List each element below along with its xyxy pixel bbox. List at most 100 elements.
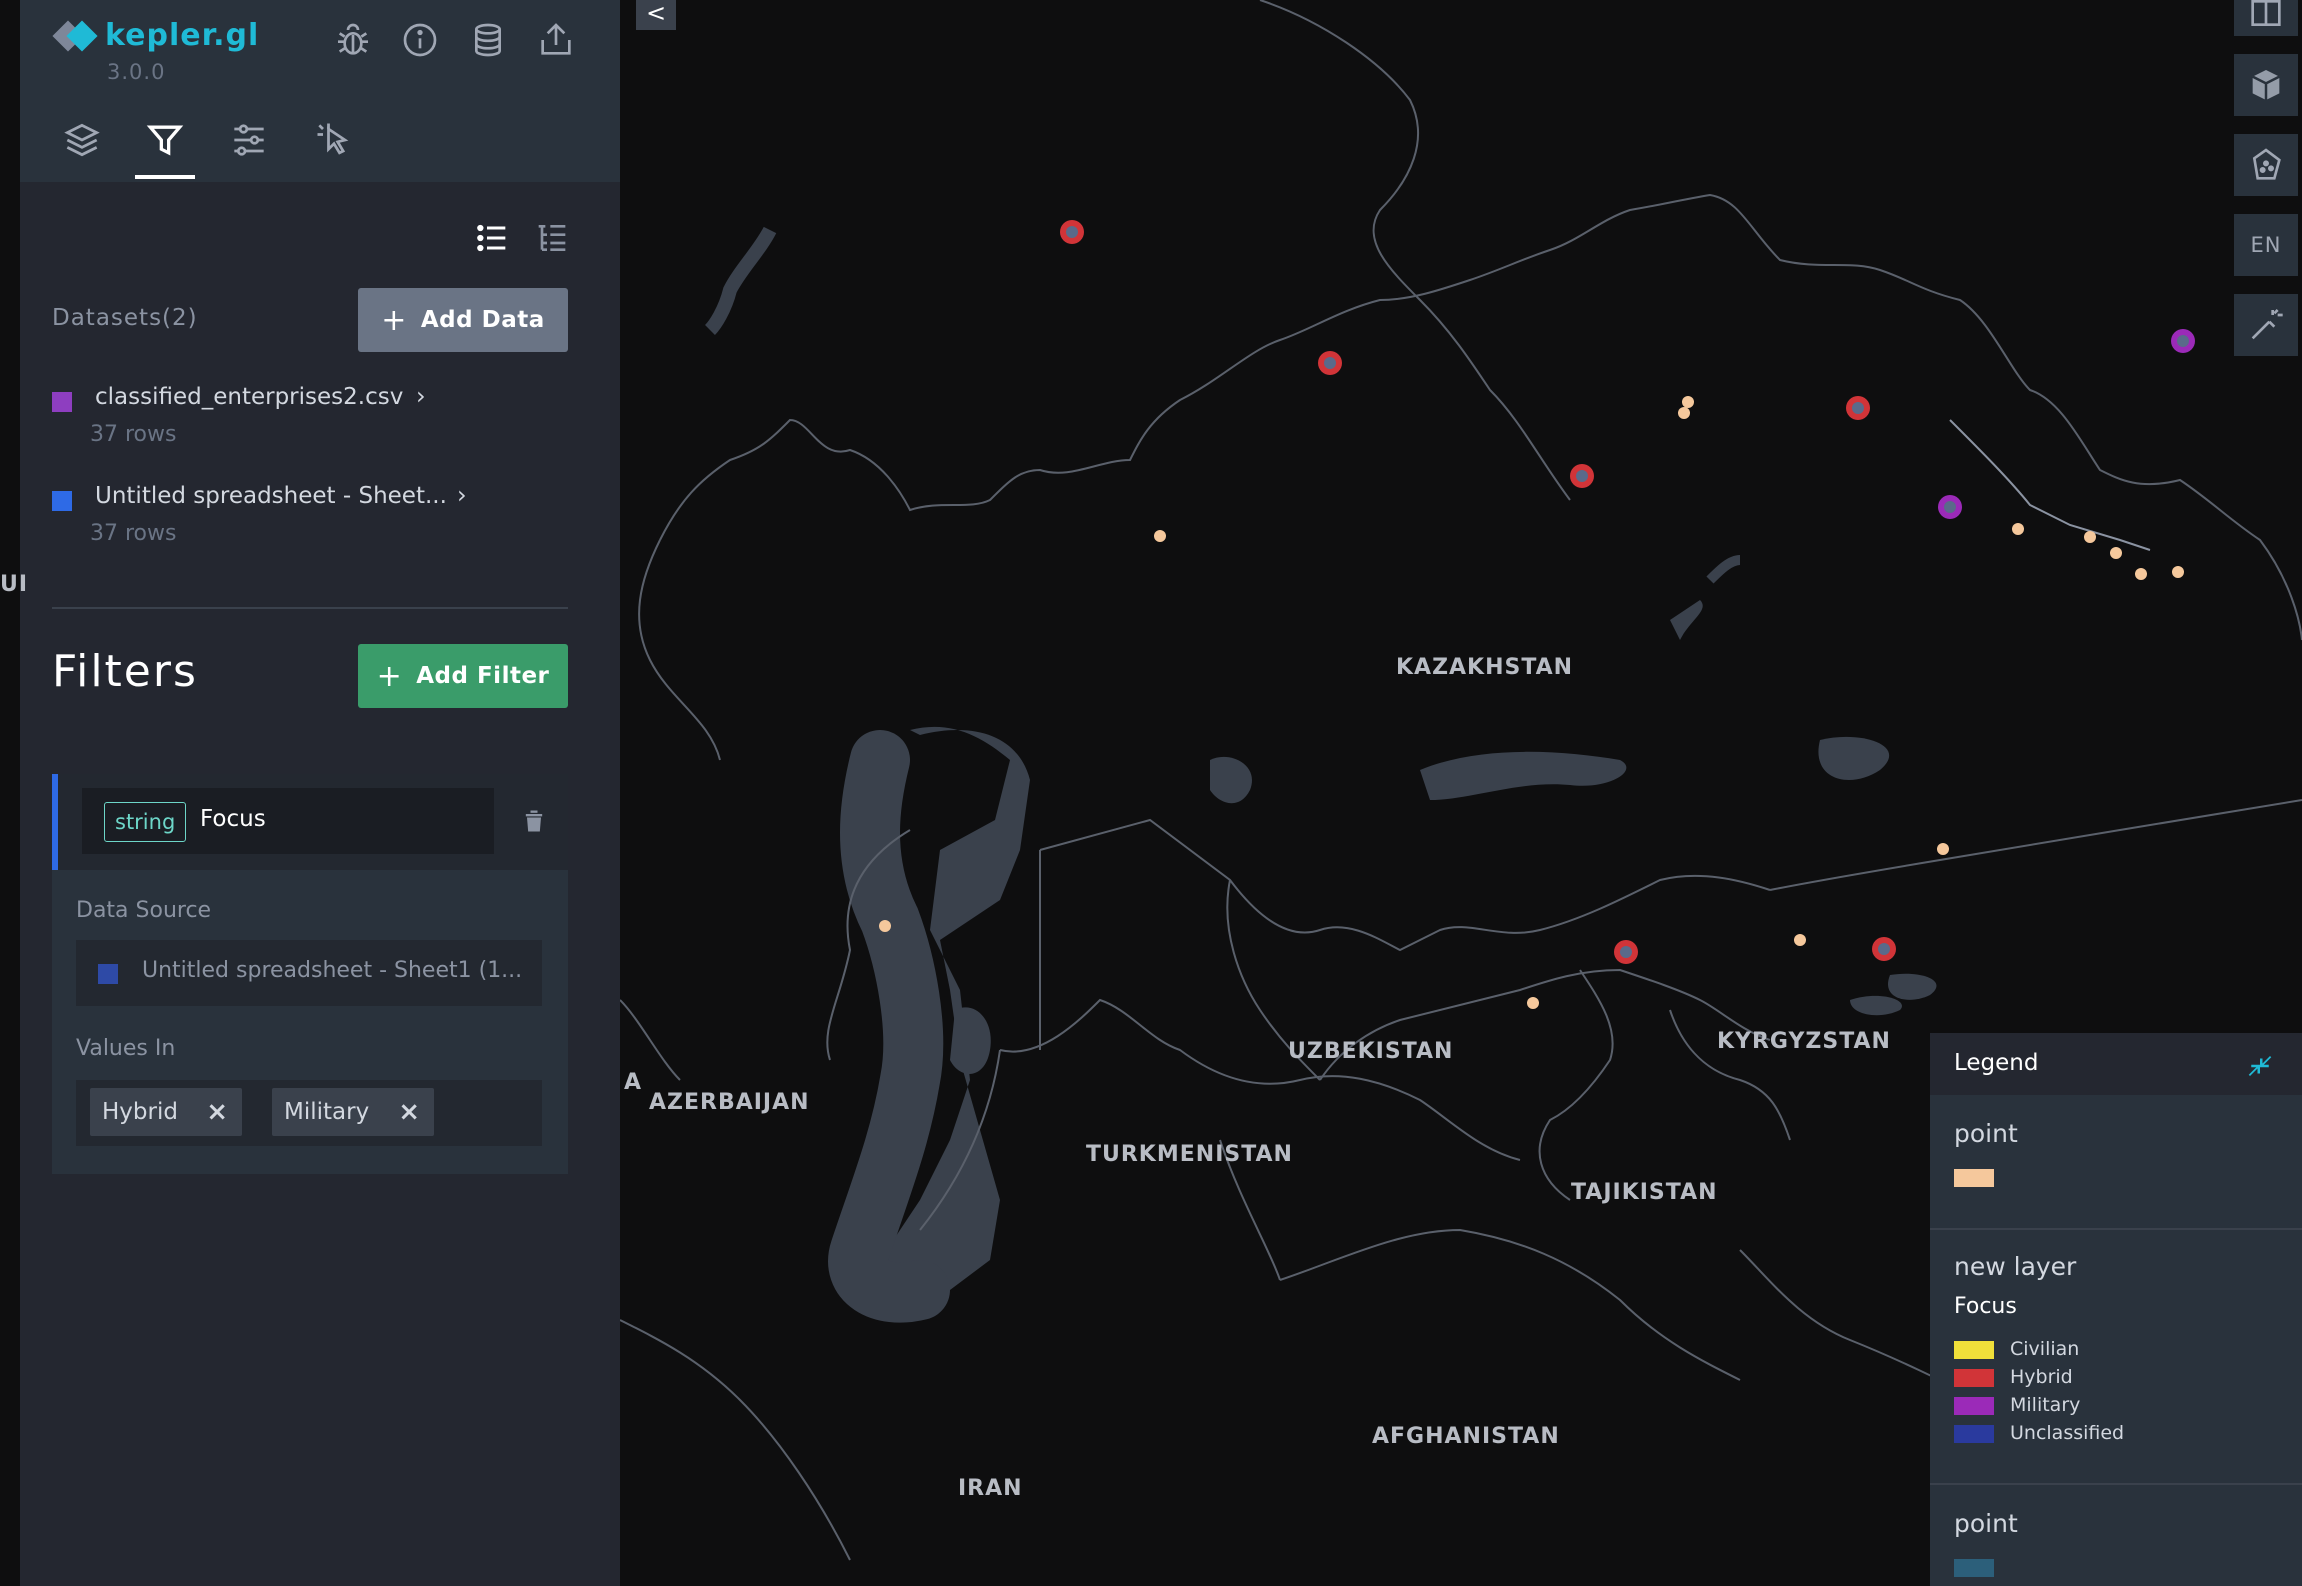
magic-wand-icon[interactable] [2234,294,2298,356]
trash-icon[interactable] [520,806,548,836]
dataset-color-swatch [52,392,72,412]
point[interactable] [1678,407,1690,419]
info-icon[interactable] [400,20,440,60]
values-select[interactable]: Hybrid × Military × [76,1080,542,1146]
legend-header: Legend [1930,1033,2302,1095]
point[interactable] [2172,566,2184,578]
legend-divider [1930,1483,2302,1485]
point[interactable] [1154,530,1166,542]
chevron-right-icon[interactable]: › [457,481,467,509]
point[interactable] [2084,531,2096,543]
list-view-icon[interactable] [472,218,512,258]
add-filter-button[interactable]: + Add Filter [358,644,568,708]
data-source-select[interactable]: Untitled spreadsheet - Sheet1 (1... [76,940,542,1006]
plus-icon: + [376,658,403,694]
legend-color-swatch [1954,1559,1994,1577]
split-map-icon[interactable] [2234,0,2298,36]
values-in-label: Values In [76,1036,176,1061]
filter-header: string Focus [52,774,568,870]
database-icon[interactable] [468,20,508,60]
logo: kepler.gl [52,18,260,53]
point[interactable] [1937,843,1949,855]
share-icon[interactable] [536,20,576,60]
country-label: KAZAKHSTAN [1396,655,1574,680]
chevron-right-icon[interactable]: › [416,382,426,410]
country-label: AFGHANISTAN [1372,1424,1560,1449]
focus-point[interactable] [1614,940,1638,964]
field-selector[interactable]: string Focus [82,788,494,854]
legend-field-name: Focus [1954,1294,2017,1319]
legend-color-swatch [1954,1341,1994,1359]
focus-point[interactable] [1846,396,1870,420]
filter-accent-bar [52,774,58,870]
legend-divider [1930,1228,2302,1230]
section-divider [52,607,568,609]
legend-item-label: Unclassified [2010,1422,2125,1444]
focus-point[interactable] [1060,220,1084,244]
filter-icon[interactable] [143,118,187,162]
country-label: UI [0,572,29,597]
bug-icon[interactable] [333,20,373,60]
app-title: kepler.gl [105,18,260,53]
legend-item-label: Hybrid [2010,1366,2073,1388]
tree-view-icon[interactable] [532,218,572,258]
country-label: AZERBAIJAN [649,1090,810,1115]
left-edge-strip [0,0,20,1586]
value-chip-label: Military [284,1099,370,1125]
legend-item-label: Civilian [2010,1338,2080,1360]
cursor-icon[interactable] [312,118,356,162]
country-label: IRAN [958,1476,1023,1501]
collapse-icon[interactable] [2245,1051,2275,1081]
field-name: Focus [200,806,266,832]
datasets-title: Datasets(2) [52,305,198,331]
legend-color-swatch [1954,1397,1994,1415]
country-label: KYRGYZSTAN [1717,1029,1891,1054]
language-toggle[interactable]: EN [2234,214,2298,276]
country-label: UZBEKISTAN [1288,1039,1454,1064]
point[interactable] [1682,396,1694,408]
add-filter-label: Add Filter [416,663,550,689]
collapse-panel-button[interactable]: < [636,0,676,30]
focus-point[interactable] [1570,464,1594,488]
filters-title: Filters [52,646,198,697]
point[interactable] [2110,547,2122,559]
point[interactable] [1527,997,1539,1009]
point[interactable] [879,920,891,932]
dataset-rows: 37 rows [90,521,177,546]
dataset-color-swatch [98,964,118,984]
data-source-label: Data Source [76,898,212,923]
focus-point[interactable] [1938,495,1962,519]
panel-header: kepler.gl 3.0.0 [20,0,620,182]
3d-view-icon[interactable] [2234,54,2298,116]
dataset-rows: 37 rows [90,422,177,447]
point[interactable] [2012,523,2024,535]
data-source-value: Untitled spreadsheet - Sheet1 (1... [142,958,523,983]
draw-polygon-icon[interactable] [2234,134,2298,196]
dataset-name[interactable]: classified_enterprises2.csv [95,384,403,410]
focus-point[interactable] [1318,351,1342,375]
value-chip: Hybrid × [90,1088,242,1136]
point[interactable] [1794,934,1806,946]
filter-card: string Focus Data Source Untitled spread… [52,774,568,1174]
field-type-tag: string [104,802,187,842]
country-label: TURKMENISTAN [1086,1142,1293,1167]
add-data-button[interactable]: + Add Data [358,288,568,352]
close-icon[interactable]: × [398,1088,420,1136]
dataset-color-swatch [52,491,72,511]
legend-color-swatch [1954,1425,1994,1443]
sliders-icon[interactable] [227,118,271,162]
layers-icon[interactable] [60,118,104,162]
plus-icon: + [381,302,407,338]
country-label: TAJIKISTAN [1571,1180,1718,1205]
focus-point[interactable] [1872,937,1896,961]
close-icon[interactable]: × [206,1088,228,1136]
app-version: 3.0.0 [107,60,166,84]
point[interactable] [2135,568,2147,580]
value-chip: Military × [272,1088,434,1136]
legend-color-swatch [1954,1369,1994,1387]
dataset-name[interactable]: Untitled spreadsheet - Sheet... [95,483,447,509]
side-panel: kepler.gl 3.0.0 Datasets(2) + Add Data c… [20,0,620,1586]
legend-title: Legend [1954,1050,2039,1076]
legend-item-label: Military [2010,1394,2081,1416]
focus-point[interactable] [2171,329,2195,353]
